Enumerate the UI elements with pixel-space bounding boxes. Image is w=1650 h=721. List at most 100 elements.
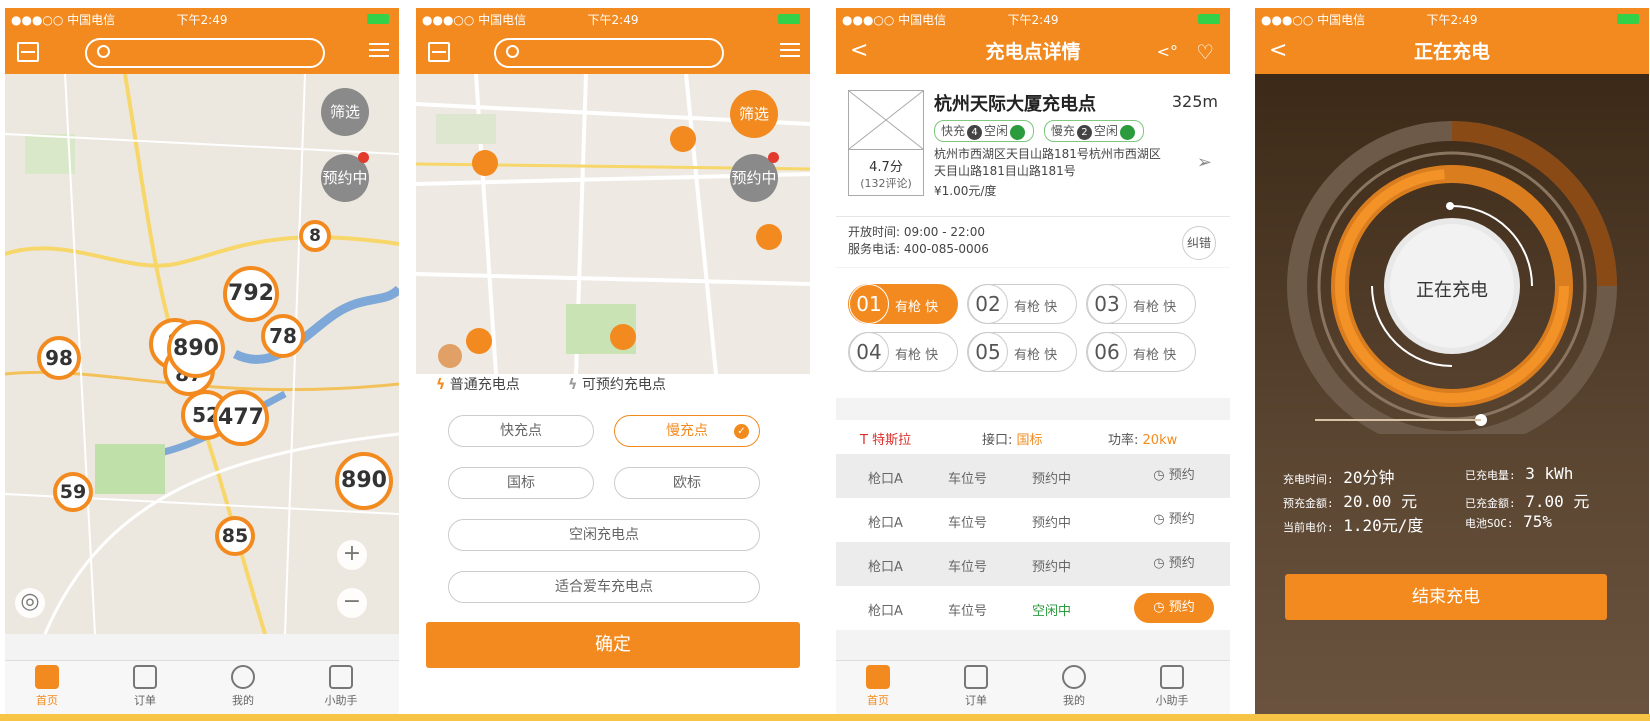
charging-pin-icon[interactable] [756,224,782,250]
gun-option-06[interactable]: 06 有枪 快 [1086,332,1196,372]
cluster-marker[interactable]: 477 [213,390,269,446]
nav-bar [5,30,399,74]
gun-option-02[interactable]: 02 有枪 快 [967,284,1077,324]
option-national-standard[interactable]: 国标 [448,467,594,499]
reserve-row-button[interactable]: ◷ 预约 [1134,549,1214,579]
confirm-button[interactable]: 确定 [426,622,800,668]
port-cell: 枪口A [868,516,903,531]
tab-orders[interactable]: 订单 [946,665,1006,708]
end-charging-button[interactable]: 结束充电 [1285,574,1607,620]
phone-station-details: ●●●○○ 中国电信 下午2:49 < 充电点详情 <° ♡ 4.7分 (132… [836,8,1230,714]
gun-label: 有枪 快 [1133,348,1177,363]
bottom-accent-strip [0,714,1650,721]
cluster-marker[interactable]: 98 [37,336,81,380]
reserve-row-button[interactable]: ◷ 预约 [1134,461,1214,491]
option-euro-standard[interactable]: 欧标 [614,467,760,499]
status-bar: ●●●○○ 中国电信 下午2:49 [416,8,810,30]
slow-charge-tag: 慢充 2 空闲 2 [1043,120,1144,142]
option-fit-car[interactable]: 适合爱车充电点 [448,571,760,603]
option-fast-charge[interactable]: 快充点 [448,415,594,447]
option-slow-charge[interactable]: 慢充点 ✓ [614,415,760,447]
zoom-in-button[interactable]: + [337,540,367,570]
reserve-row-button[interactable]: ◷ 预约 [1134,505,1214,535]
search-input[interactable] [85,38,325,68]
stat-charged-amount: 已充金额: 7.00 元 [1465,492,1590,511]
charging-pin-icon[interactable] [670,126,696,152]
gun-number: 02 [968,284,1008,324]
tab-orders[interactable]: 订单 [115,665,175,708]
table-row: 枪口A 车位号 预约中 ◷ 预约 [836,542,1230,586]
list-icon[interactable] [369,43,389,61]
scan-icon[interactable] [17,42,39,62]
port-cell: 枪口A [868,560,903,575]
zoom-out-button[interactable]: − [337,588,367,618]
gun-label: 有枪 快 [1014,348,1058,363]
search-input[interactable] [494,38,724,68]
map-view[interactable]: 筛选 预约中 [416,74,810,374]
phone-map-home: ●●●○○ 中国电信 下午2:49 筛选 预约中 8 792 890 78 98… [5,8,399,714]
stat-battery-soc: 电池SOC: 75% [1465,512,1553,531]
gun-option-04[interactable]: 04 有枪 快 [848,332,958,372]
share-icon[interactable]: <° [1157,42,1178,61]
cluster-marker[interactable]: 792 [223,266,279,322]
gun-option-01[interactable]: 01 有枪 快 [848,284,958,324]
cluster-marker[interactable]: 78 [261,314,305,358]
review-count: (132评论) [860,177,912,190]
report-error-button[interactable]: 纠错 [1182,226,1216,260]
tab-label: 我的 [1063,694,1085,707]
search-icon [506,45,519,58]
gun-option-05[interactable]: 05 有枪 快 [967,332,1077,372]
battery-icon [1198,14,1220,24]
charging-pin-icon[interactable] [466,328,492,354]
clock-icon: ◷ [1153,556,1169,571]
station-distance: 325m [1171,92,1218,111]
station-price: ¥1.00元/度 [934,184,997,198]
reserve-row-button[interactable]: ◷ 预约 [1134,593,1214,623]
battery-icon [1617,14,1639,24]
gun-number: 01 [849,284,889,324]
scan-icon[interactable] [428,42,450,62]
status-bar: ●●●○○ 中国电信 下午2:49 [5,8,399,30]
charging-pin-icon[interactable] [610,324,636,350]
cluster-marker[interactable]: 85 [215,516,255,556]
status-cell: 预约中 [1032,516,1072,531]
option-idle-points[interactable]: 空闲充电点 [448,519,760,551]
tab-assistant[interactable]: 小助手 [1142,665,1202,708]
cluster-marker[interactable]: 890 [167,320,225,378]
tab-assistant[interactable]: 小助手 [311,665,371,708]
locate-icon[interactable]: ◎ [15,588,45,618]
gun-option-03[interactable]: 03 有枪 快 [1086,284,1196,324]
tab-label: 小助手 [324,694,358,707]
spot-cell: 车位号 [948,604,988,619]
list-icon[interactable] [780,43,800,61]
gun-label: 有枪 快 [1014,300,1058,315]
map-view[interactable]: 筛选 预约中 8 792 8 87 890 78 98 52 477 890 5… [5,74,399,634]
gun-label: 有枪 快 [1133,300,1177,315]
charging-pin-icon[interactable] [438,344,462,368]
grid-icon [1160,665,1184,689]
tab-me[interactable]: 我的 [1044,665,1104,708]
favorite-icon[interactable]: ♡ [1196,40,1214,64]
tab-home[interactable]: 首页 [848,665,908,708]
power-info: 功率: 20kw [1108,433,1178,448]
tab-label: 首页 [36,694,58,707]
station-photo [848,90,924,150]
status-cell: 预约中 [1032,472,1072,487]
cluster-marker[interactable]: 8 [299,220,331,252]
brand-label: T 特斯拉 [860,433,912,448]
cluster-marker[interactable]: 59 [53,472,93,512]
gun-label: 有枪 快 [895,348,939,363]
charger-tags: 快充 4 空闲 3 慢充 2 空闲 2 [934,120,1150,142]
status-cell: 预约中 [1032,560,1072,575]
station-card: 4.7分 (132评论) 杭州天际大厦充电点 325m 快充 4 空闲 3 慢充 2 空闲… [836,74,1230,216]
tab-home[interactable]: 首页 [17,665,77,708]
notification-dot [358,152,369,163]
filter-button[interactable]: 筛选 [730,90,778,138]
charging-pin-icon[interactable] [472,150,498,176]
navigate-icon[interactable]: ➢ [1197,152,1212,173]
filter-button[interactable]: 筛选 [321,88,369,136]
service-phone[interactable]: 服务电话: 400-085-0006 [848,241,989,258]
orders-icon [964,665,988,689]
cluster-marker[interactable]: 890 [335,452,393,510]
tab-me[interactable]: 我的 [213,665,273,708]
